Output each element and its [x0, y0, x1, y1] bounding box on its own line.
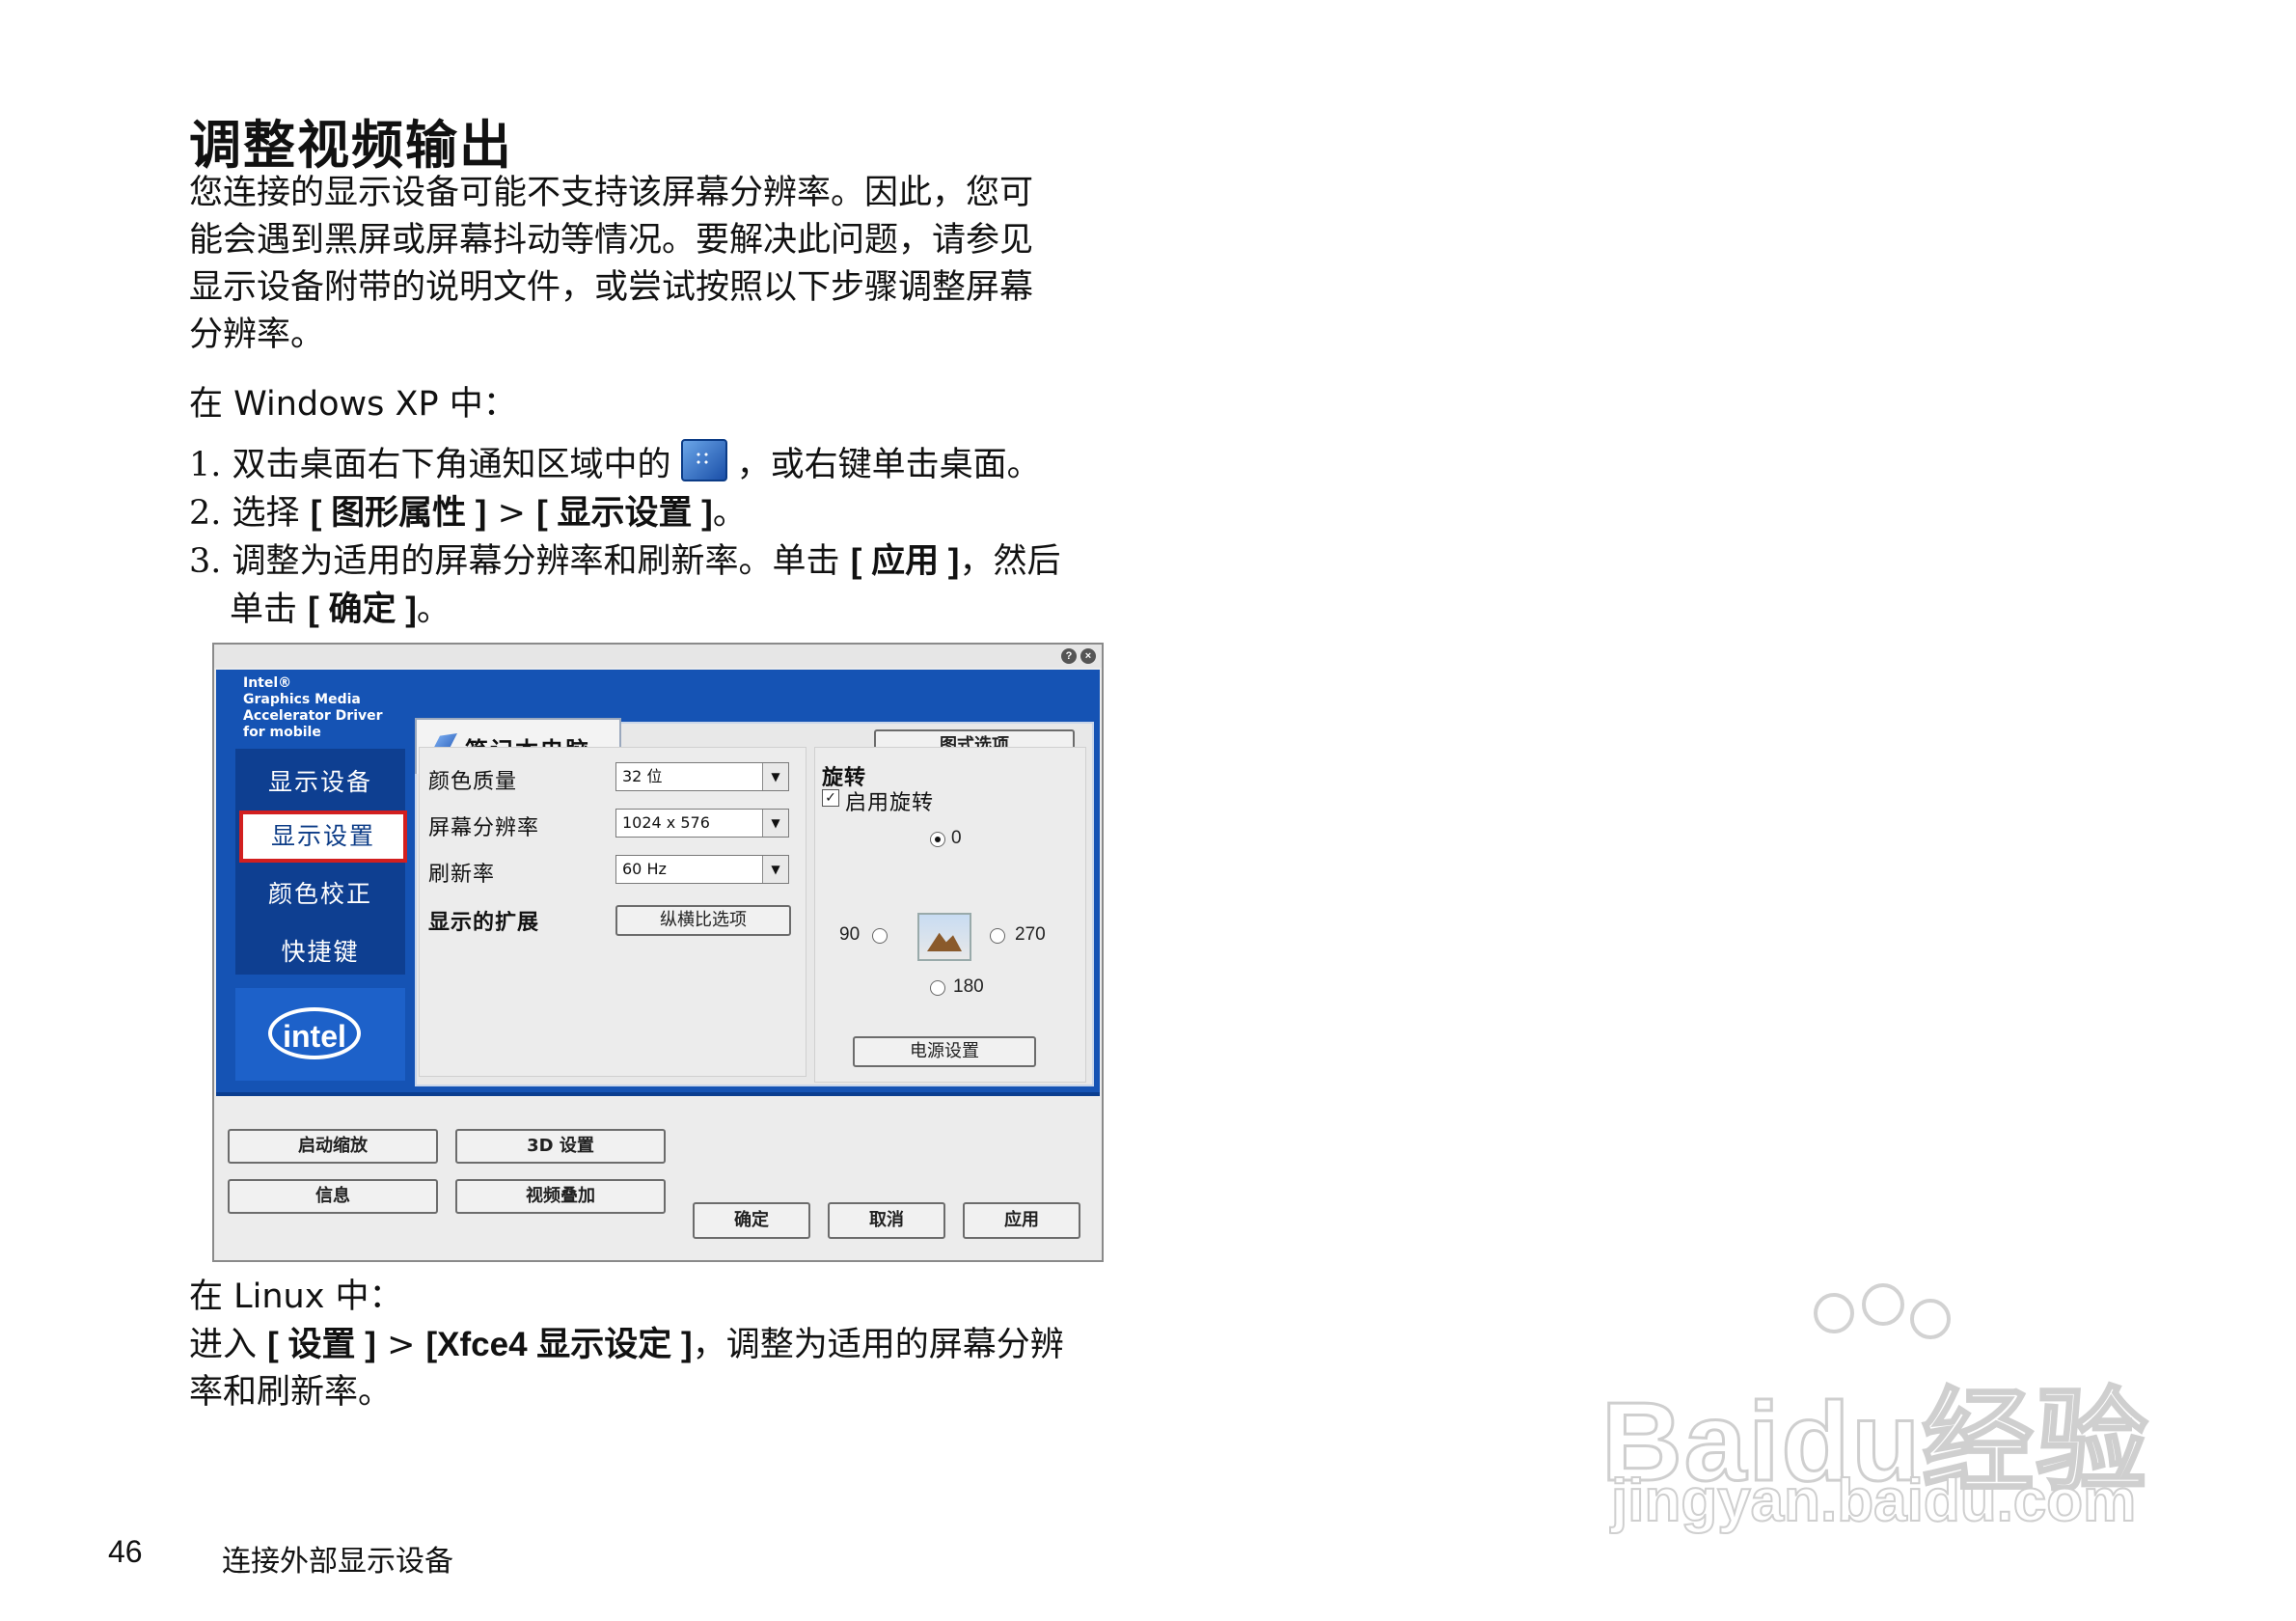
page-title: 调整视频输出 [189, 115, 513, 176]
menu-ok: [ 确定 ] [308, 591, 417, 628]
brand-line: Accelerator Driver [243, 708, 383, 724]
intro-line: 分辨率。 [189, 316, 325, 354]
ok-button[interactable]: 确定 [693, 1202, 810, 1239]
menu-apply: [ 应用 ] [850, 542, 960, 580]
help-icon[interactable]: ? [1061, 648, 1077, 664]
color-quality-value: 32 位 [622, 767, 663, 785]
intel-logo: intel [268, 1007, 361, 1059]
info-button[interactable]: 信息 [228, 1179, 438, 1214]
video-overlay-button[interactable]: 视频叠加 [455, 1179, 666, 1214]
step-text: 双击桌面右下角通知区域中的 [232, 446, 671, 484]
step-text: 。 [416, 591, 451, 629]
step-number: 3. [189, 542, 222, 581]
step-text: 调整为适用的屏幕分辨率和刷新率。单击 [232, 542, 840, 581]
step-text: 选择 [232, 494, 300, 533]
rotation-0-radio[interactable] [930, 832, 945, 847]
rotation-180-radio[interactable] [930, 980, 945, 996]
step-text: 单击 [230, 591, 298, 629]
cancel-button[interactable]: 取消 [828, 1202, 945, 1239]
menu-display-settings: [ 显示设置 ] [536, 494, 713, 532]
linux-line-2: 率和刷新率。 [189, 1373, 393, 1412]
page-number: 46 [108, 1534, 143, 1569]
aspect-ratio-button[interactable]: 纵横比选项 [615, 905, 791, 936]
resolution-select[interactable]: 1024 x 576 ▼ [615, 809, 789, 838]
brand-line: Intel® [243, 675, 292, 691]
footer-section-title: 连接外部显示设备 [222, 1545, 453, 1579]
step-text: ，然后 [959, 542, 1061, 581]
step-text: 。 [712, 494, 747, 533]
rotation-90-radio[interactable] [872, 928, 888, 944]
resolution-value: 1024 x 576 [622, 813, 710, 832]
intro-line: 能会遇到黑屏或屏幕抖动等情况。要解决此问题，请参见 [189, 221, 1034, 260]
menu-graphics-properties: [ 图形属性 ] [310, 494, 487, 532]
baidu-watermark: Baidu经验 jingyan.baidu.com [1599, 1283, 2149, 1553]
menu-settings: [ 设置 ] [267, 1326, 376, 1363]
intel-logo-box: intel [235, 988, 405, 1081]
linux-text: ，调整为适用的屏幕分辨 [692, 1326, 1064, 1364]
rotation-0-label: 0 [951, 828, 962, 848]
rotation-180-label: 180 [953, 976, 984, 997]
linux-heading: 在 Linux 中： [189, 1278, 403, 1316]
brand-line: for mobile [243, 725, 321, 740]
windows-xp-heading: 在 Windows XP 中： [189, 385, 517, 424]
step-3: 3. 调整为适用的屏幕分辨率和刷新率。单击 [ 应用 ]，然后 [189, 537, 1060, 586]
close-icon[interactable]: × [1080, 648, 1096, 664]
step-separator: > [497, 494, 526, 533]
rotation-90-label: 90 [839, 924, 861, 945]
chevron-down-icon[interactable]: ▼ [762, 763, 788, 790]
linux-separator: > [387, 1326, 416, 1364]
intel-brand-text: Intel® Graphics Media Accelerator Driver… [243, 675, 383, 741]
rotation-preview-image [917, 913, 971, 961]
rotation-270-radio[interactable] [990, 928, 1005, 944]
3d-settings-button[interactable]: 3D 设置 [455, 1129, 666, 1164]
linux-text: 进入 [189, 1326, 258, 1364]
step-number: 1. [189, 446, 222, 484]
refresh-rate-label: 刷新率 [428, 863, 496, 887]
sidebar-item-display-settings[interactable]: 显示设置 [239, 810, 407, 863]
sidebar-item-display-devices[interactable]: 显示设备 [235, 756, 405, 809]
intro-line: 您连接的显示设备可能不支持该屏幕分辨率。因此，您可 [189, 174, 1034, 212]
chevron-down-icon[interactable]: ▼ [762, 856, 788, 883]
paw-icon [1910, 1299, 1951, 1339]
dialog-titlebar: ? × [214, 645, 1102, 668]
step-text: ，或右键单击桌面。 [736, 446, 1041, 484]
linux-section: 在 Linux 中： 进入 [ 设置 ] > [Xfce4 显示设定 ]，调整为… [189, 1274, 1064, 1416]
chevron-down-icon[interactable]: ▼ [762, 810, 788, 837]
intro-line: 显示设备附带的说明文件，或尝试按照以下步骤调整屏幕 [189, 268, 1034, 307]
intel-dialog-screenshot: ? × Intel® Graphics Media Accelerator Dr… [212, 643, 1104, 1262]
color-quality-select[interactable]: 32 位 ▼ [615, 762, 789, 791]
color-quality-label: 颜色质量 [428, 770, 518, 794]
power-settings-button[interactable]: 电源设置 [853, 1036, 1036, 1067]
step-number: 2. [189, 494, 222, 533]
refresh-rate-value: 60 Hz [622, 860, 667, 878]
paw-icon [1814, 1293, 1854, 1333]
brand-line: Graphics Media [243, 692, 361, 707]
intro-paragraph: 您连接的显示设备可能不支持该屏幕分辨率。因此，您可 能会遇到黑屏或屏幕抖动等情况… [189, 170, 1134, 359]
sidebar-nav: 显示设备 显示设置 颜色校正 快捷键 [235, 749, 407, 978]
step-1: 1. 双击桌面右下角通知区域中的 ，或右键单击桌面。 [189, 439, 1060, 489]
step-3-continued: 单击 [ 确定 ]。 [189, 586, 1060, 634]
step-2: 2. 选择 [ 图形属性 ] > [ 显示设置 ]。 [189, 489, 1060, 537]
rotation-270-label: 270 [1015, 924, 1046, 945]
paw-icon [1862, 1283, 1904, 1326]
display-extension-label: 显示的扩展 [428, 911, 540, 935]
apply-button[interactable]: 应用 [963, 1202, 1080, 1239]
graphics-tray-icon [680, 439, 727, 481]
menu-xfce4-display: [Xfce4 显示设定 ] [425, 1326, 693, 1363]
hotkeys-zoom-button[interactable]: 启动缩放 [228, 1129, 438, 1164]
steps-list: 1. 双击桌面右下角通知区域中的 ，或右键单击桌面。 2. 选择 [ 图形属性 ]… [189, 439, 1060, 634]
sidebar-item-hotkeys[interactable]: 快捷键 [235, 926, 405, 978]
resolution-label: 屏幕分辨率 [428, 816, 540, 840]
enable-rotation-label: 启用旋转 [845, 791, 935, 815]
enable-rotation-checkbox[interactable]: ✓ [822, 789, 839, 807]
sidebar-item-color-correction[interactable]: 颜色校正 [235, 868, 405, 920]
dialog-blue-frame: Intel® Graphics Media Accelerator Driver… [216, 670, 1100, 1096]
linux-line-1: 进入 [ 设置 ] > [Xfce4 显示设定 ]，调整为适用的屏幕分辨 [189, 1321, 1064, 1369]
watermark-url: jingyan.baidu.com [1610, 1467, 2137, 1535]
refresh-rate-select[interactable]: 60 Hz ▼ [615, 855, 789, 884]
